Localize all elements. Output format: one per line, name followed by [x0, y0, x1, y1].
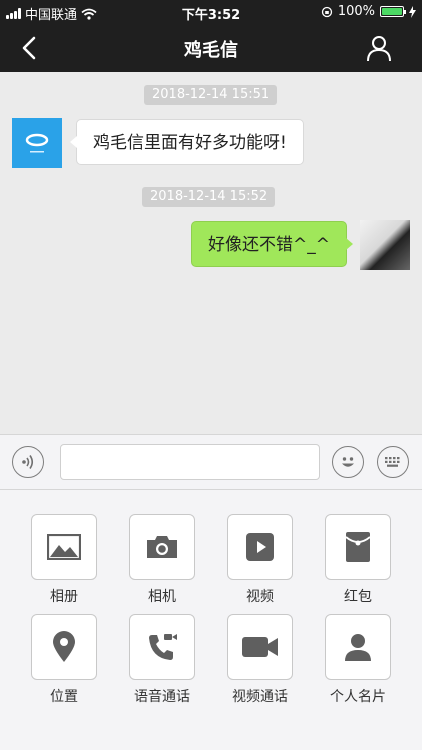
phone-call-icon [149, 634, 177, 660]
tool-camera[interactable]: 相机 [127, 514, 197, 606]
tool-red-envelope-box[interactable] [325, 514, 391, 580]
video-play-icon [246, 533, 274, 561]
tool-location-box[interactable] [31, 614, 97, 680]
message-bubble-received[interactable]: 鸡毛信里面有好多功能呀! [70, 119, 304, 165]
function-panel: 相册 相机 视频 红包 位置 语音通话 视频通话 个人名片 [0, 490, 422, 750]
status-right: 100% [321, 4, 416, 19]
message-bubble-sent[interactable]: 好像还不错^_^ [191, 221, 353, 267]
voice-toggle-button[interactable] [12, 446, 44, 478]
tool-red-envelope[interactable]: 红包 [323, 514, 393, 606]
app-logo-icon [25, 133, 49, 153]
tool-video-box[interactable] [227, 514, 293, 580]
contact-avatar[interactable] [12, 118, 62, 168]
video-camera-icon [242, 637, 278, 657]
person-card-icon [345, 634, 371, 661]
tool-album-box[interactable] [31, 514, 97, 580]
charging-icon [409, 5, 416, 18]
message-input[interactable] [60, 444, 320, 480]
orientation-lock-icon [321, 6, 332, 17]
status-bar: 中国联通 下午3:52 100% [0, 0, 422, 24]
tool-label: 红包 [344, 589, 372, 605]
profile-button[interactable] [366, 34, 392, 62]
message-timestamp: 2018-12-14 15:52 [142, 187, 276, 207]
page-title: 鸡毛信 [184, 40, 238, 61]
battery-percent: 100% [337, 4, 375, 19]
message-timestamp: 2018-12-14 15:51 [144, 85, 278, 105]
battery-icon [380, 6, 406, 17]
emoji-icon [342, 457, 354, 467]
location-pin-icon [53, 631, 75, 662]
tool-label: 视频通话 [232, 689, 288, 705]
tool-album[interactable]: 相册 [29, 514, 99, 606]
input-bar [0, 434, 422, 490]
tool-video[interactable]: 视频 [225, 514, 295, 606]
nav-bar: 鸡毛信 [0, 24, 422, 72]
emoji-button[interactable] [332, 446, 364, 478]
keyboard-icon [385, 457, 400, 467]
red-envelope-icon [345, 532, 371, 562]
more-functions-button[interactable] [377, 446, 409, 478]
tool-voice-call[interactable]: 语音通话 [127, 614, 197, 706]
tool-contact-card-box[interactable] [325, 614, 391, 680]
user-avatar[interactable] [360, 220, 410, 270]
tool-label: 相册 [50, 589, 78, 605]
tool-label: 位置 [50, 689, 78, 705]
battery-fill [382, 8, 402, 15]
tool-label: 视频 [246, 589, 274, 605]
chat-area[interactable]: 2018-12-14 15:51 鸡毛信里面有好多功能呀! 2018-12-14… [0, 72, 422, 434]
photo-album-icon [47, 534, 81, 560]
tool-location[interactable]: 位置 [29, 614, 99, 706]
tool-video-call[interactable]: 视频通话 [225, 614, 295, 706]
camera-icon [147, 536, 177, 558]
tool-label: 个人名片 [330, 689, 386, 705]
voice-icon [22, 455, 34, 469]
tool-voice-call-box[interactable] [129, 614, 195, 680]
tool-label: 语音通话 [134, 689, 190, 705]
tool-camera-box[interactable] [129, 514, 195, 580]
tool-contact-card[interactable]: 个人名片 [323, 614, 393, 706]
tool-label: 相机 [148, 589, 176, 605]
tool-video-call-box[interactable] [227, 614, 293, 680]
